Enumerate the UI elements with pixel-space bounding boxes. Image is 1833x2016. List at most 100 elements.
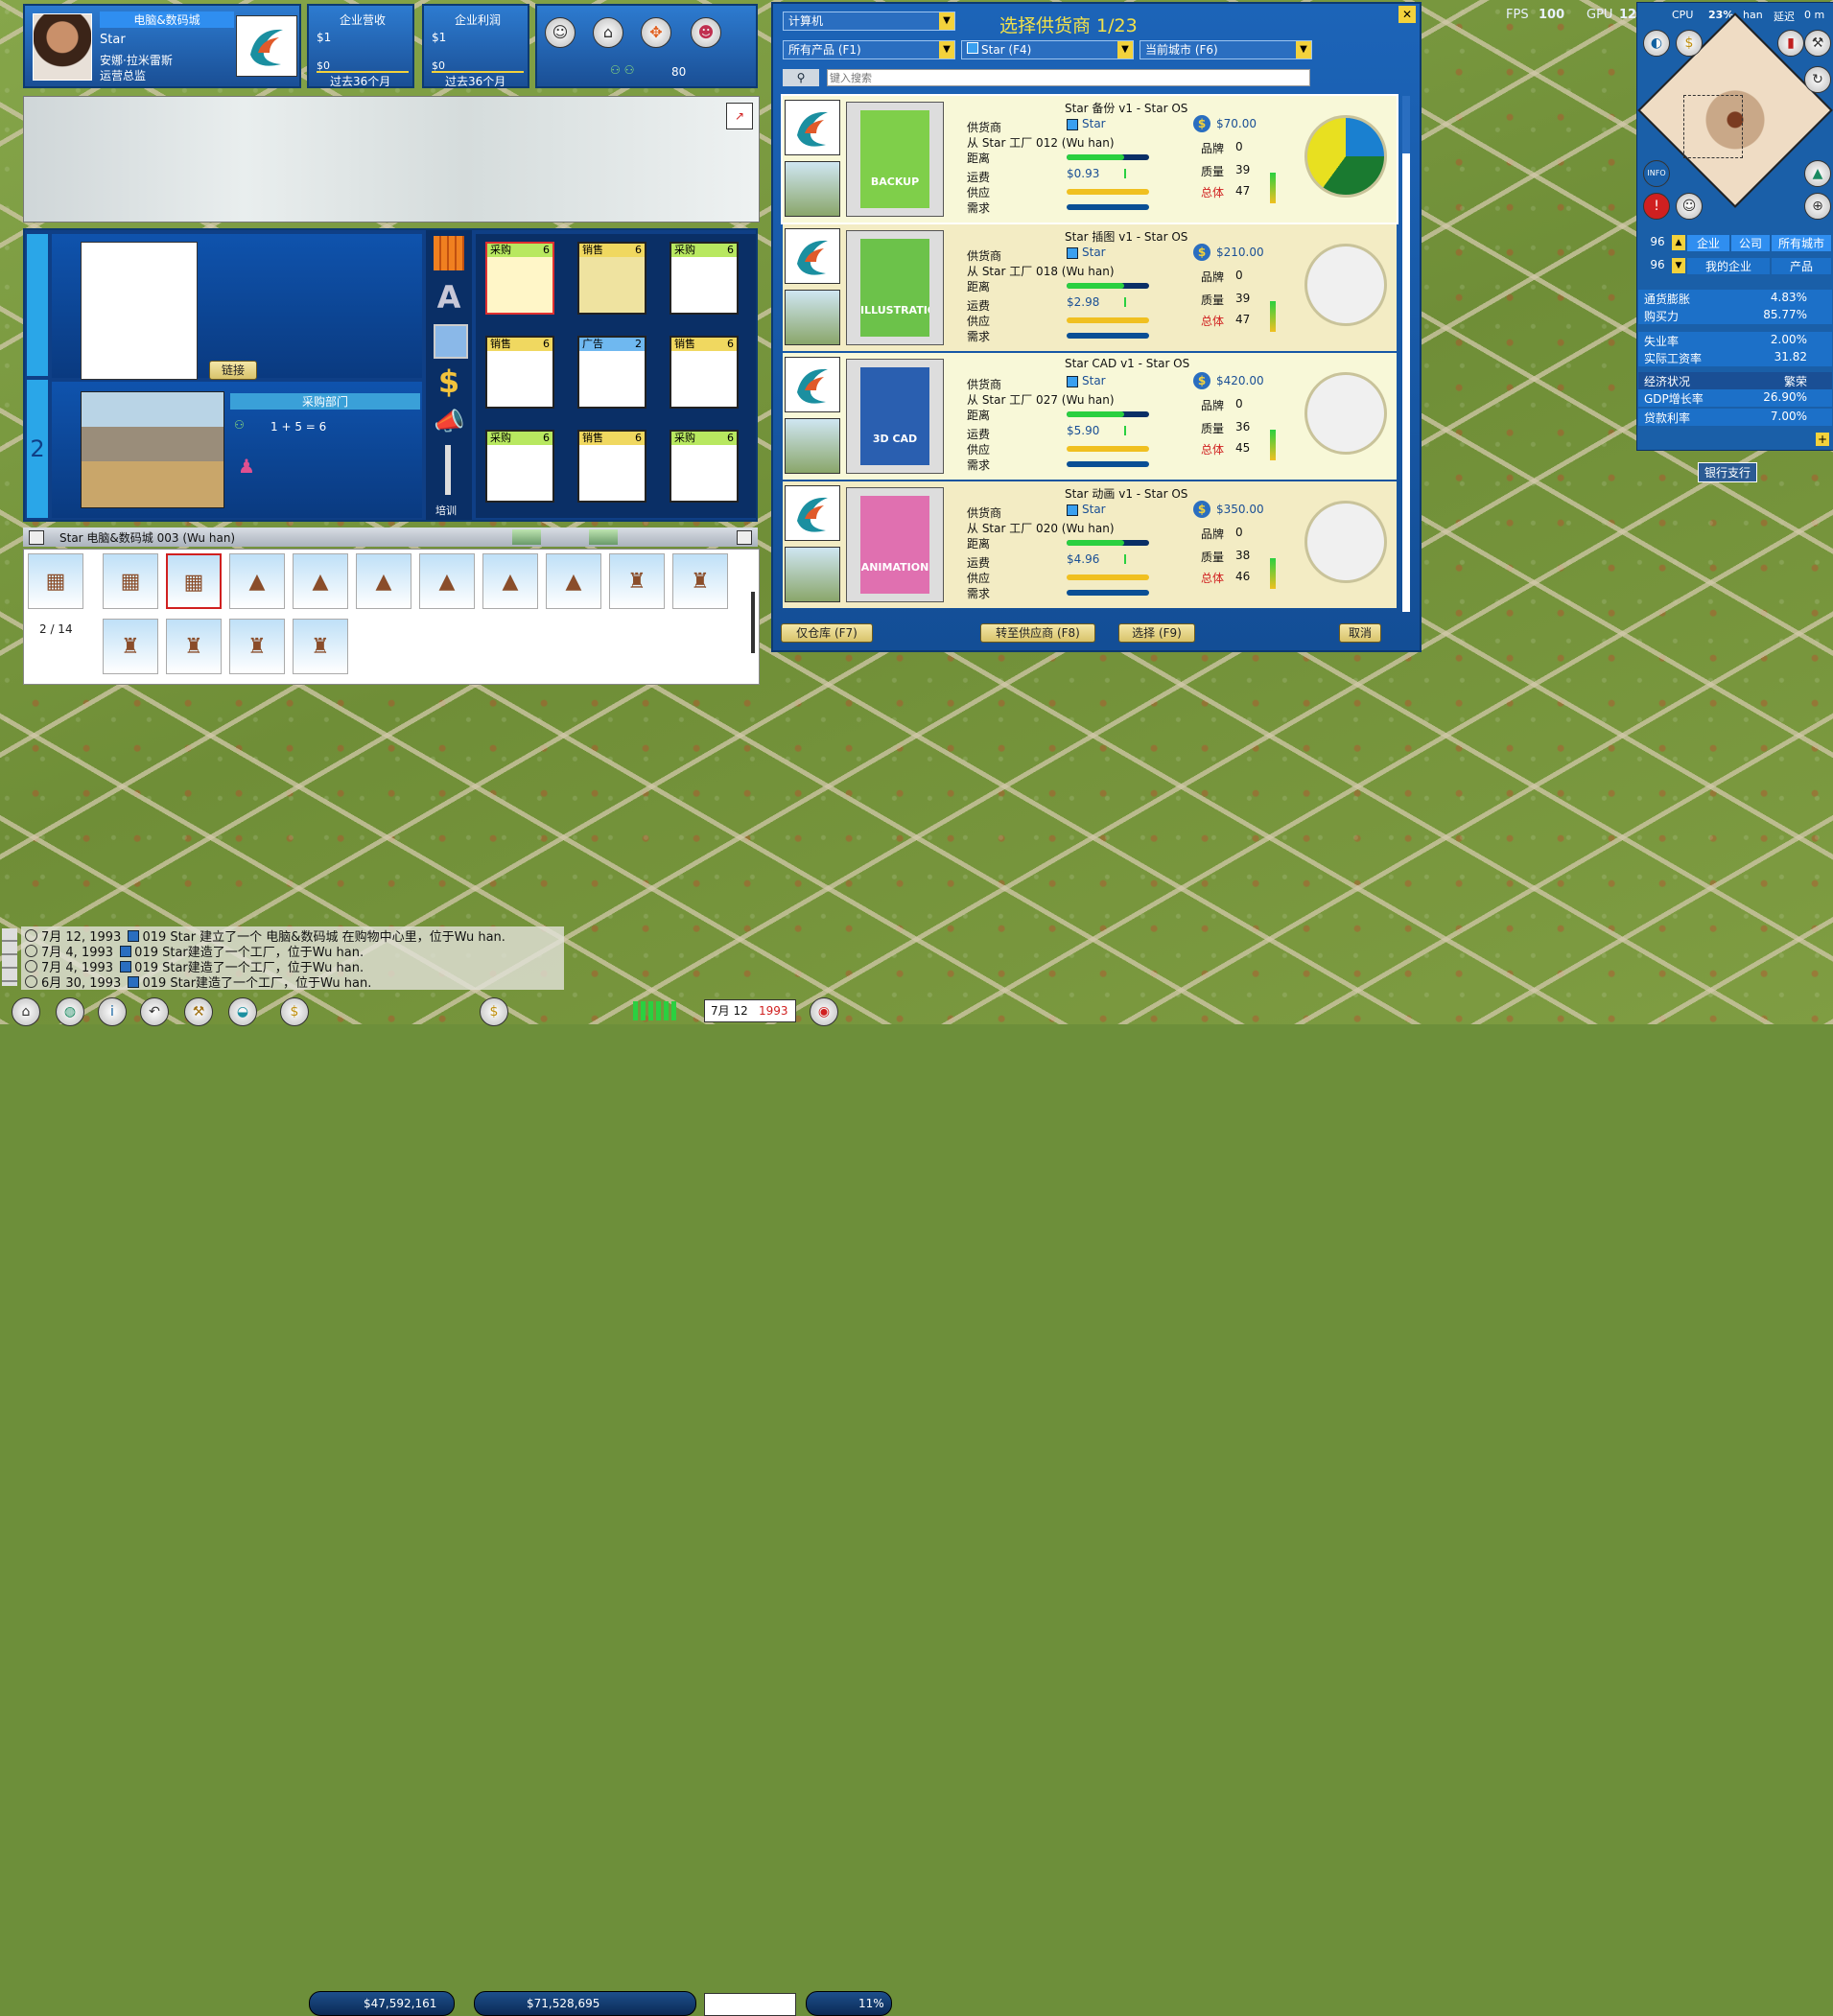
building-option-tile[interactable]: ♜ — [672, 553, 728, 609]
net-worth-icon[interactable]: $ — [480, 997, 508, 1026]
tab-all-cities[interactable]: 所有城市 — [1772, 235, 1831, 251]
news-side-icons[interactable] — [2, 928, 17, 986]
economy-row[interactable]: 实际工资率 31.82 — [1638, 349, 1832, 366]
current-building-tile[interactable]: ▦ — [28, 553, 83, 609]
supplier-logo-icon[interactable] — [785, 228, 840, 284]
map-tool-icon[interactable]: ⚒ — [1804, 30, 1831, 57]
footer-cube-icon-2[interactable] — [589, 529, 618, 545]
supplier-row[interactable]: ANIMATION Star 动画 v1 - Star OS 供货商 Star 从 St… — [783, 481, 1397, 608]
map-info-icon[interactable]: INFO — [1643, 160, 1670, 187]
economy-row[interactable]: 贷款利率 7.00% — [1638, 409, 1832, 426]
dept-slot-2[interactable]: 采购部门 ⚇ 1 + 5 = 6 ♟ — [52, 382, 422, 518]
map-zoom-icon[interactable]: ⊕ — [1804, 193, 1831, 220]
empty-slot-preview[interactable] — [81, 242, 198, 380]
company-logo-icon[interactable] — [236, 15, 297, 77]
building-option-tile[interactable]: ▲ — [419, 553, 475, 609]
map-cone-icon[interactable]: ▲ — [1804, 160, 1831, 187]
map-rotate-icon[interactable]: ↻ — [1804, 66, 1831, 93]
close-icon[interactable]: ✕ — [1398, 6, 1416, 23]
economy-row[interactable]: GDP增长率 26.90% — [1638, 389, 1832, 407]
building-option-tile[interactable]: ▦ — [166, 553, 222, 609]
economy-row[interactable]: 购买力 85.77% — [1638, 307, 1832, 324]
economy-row[interactable]: 经济状况 繁荣 — [1638, 372, 1832, 389]
factory-thumbnail[interactable] — [785, 161, 840, 217]
building-option-tile[interactable]: ♜ — [166, 619, 222, 674]
building-option-tile[interactable]: ♜ — [103, 619, 158, 674]
city-view-icon[interactable]: ⌂ — [12, 997, 40, 1026]
books-icon[interactable] — [434, 236, 464, 270]
building-option-tile[interactable]: ▲ — [293, 553, 348, 609]
building-option-tile[interactable]: ♜ — [229, 619, 285, 674]
unit-tile[interactable]: 6 销售 — [670, 336, 739, 409]
news-item[interactable]: 7月 4, 1993 019 Star建造了一个工厂，位于Wu han. — [25, 957, 364, 975]
warehouse-only-button[interactable]: 仅仓库 (F7) — [781, 623, 873, 643]
map-people-icon[interactable]: ☺ — [1676, 193, 1703, 220]
goto-supplier-button[interactable]: 转至供应商 (F8) — [980, 623, 1095, 643]
factory-thumbnail[interactable] — [785, 290, 840, 345]
list-scrollbar[interactable] — [1402, 96, 1410, 612]
dept-slot-2-tab[interactable]: 2 — [27, 380, 48, 518]
revenue-panel[interactable]: 企业营收 $1 $0 过去36个月 — [307, 4, 414, 88]
tab-company[interactable]: 公司 — [1731, 235, 1770, 251]
unit-tile[interactable]: 6 采购 — [485, 242, 554, 315]
news-item[interactable]: 7月 12, 1993 019 Star 建立了一个 电脑&数码城 在购物中心里… — [25, 926, 505, 945]
counter-b-down[interactable]: ▼ — [1672, 258, 1685, 273]
undo-icon[interactable]: ↶ — [140, 997, 169, 1026]
manager-portrait[interactable] — [33, 13, 92, 81]
unit-tile[interactable]: 6 采购 — [485, 430, 554, 503]
letter-a-icon[interactable]: A — [434, 280, 464, 315]
training-slider[interactable] — [445, 445, 451, 495]
link-button[interactable]: 链接 — [209, 361, 257, 380]
building-option-tile[interactable]: ▲ — [546, 553, 601, 609]
dept-slot-1-tab[interactable] — [27, 234, 48, 376]
speed-icon[interactable]: ◉ — [810, 997, 838, 1026]
monitor-icon[interactable] — [434, 324, 468, 359]
unit-tile[interactable]: 6 销售 — [485, 336, 554, 409]
map-dollar-icon[interactable]: $ — [1676, 30, 1703, 57]
supplier-row[interactable]: 3D CAD Star CAD v1 - Star OS 供货商 Star 从 Star… — [783, 353, 1397, 480]
info-icon[interactable]: i — [98, 997, 127, 1026]
footer-doc-icon[interactable] — [29, 530, 44, 545]
tab-enterprise[interactable]: 企业 — [1687, 235, 1729, 251]
building-lock-icon[interactable]: ⌂ — [593, 17, 623, 48]
building-option-tile[interactable]: ♜ — [609, 553, 665, 609]
category-dropdown[interactable]: 计算机 ▼ — [783, 12, 955, 31]
build-icon[interactable]: ⚒ — [184, 997, 213, 1026]
news-item[interactable]: 6月 30, 1993 019 Star建造了一个工厂，位于Wu han. — [25, 973, 371, 991]
product-filter-dropdown[interactable]: 所有产品 (F1) ▼ — [783, 40, 955, 59]
factory-thumbnail[interactable] — [785, 547, 840, 602]
unit-tile[interactable]: 6 销售 — [577, 430, 646, 503]
map-bank-branch-label[interactable]: 银行支行 — [1698, 462, 1758, 482]
profit-panel[interactable]: 企业利润 $1 $0 过去36个月 — [422, 4, 529, 88]
market-share-pie[interactable] — [1304, 244, 1387, 326]
history-chart-strip[interactable]: ↗ — [23, 96, 760, 223]
map-nav-icon[interactable]: ◐ — [1643, 30, 1670, 57]
market-share-pie[interactable] — [1304, 115, 1387, 198]
company-filter-dropdown[interactable]: Star (F4) ▼ — [961, 40, 1134, 59]
supplier-row[interactable]: ILLUSTRATION Star 插图 v1 - Star OS 供货商 Star 从… — [783, 224, 1397, 351]
net-worth-display[interactable]: $71,528,695 — [474, 1991, 696, 2016]
market-share-pie[interactable] — [1304, 501, 1387, 583]
move-arrows-icon[interactable]: ✥ — [641, 17, 671, 48]
building-option-tile[interactable]: ▲ — [229, 553, 285, 609]
palette-scrollbar[interactable] — [751, 592, 755, 653]
map-chart-icon[interactable]: ▮ — [1777, 30, 1804, 57]
economy-row[interactable]: 失业率 2.00% — [1638, 332, 1832, 349]
cash-icon[interactable]: $ — [280, 997, 309, 1026]
list-scroll-thumb[interactable] — [1402, 96, 1410, 153]
cancel-button[interactable]: 取消 — [1339, 623, 1381, 643]
unit-tile[interactable]: 6 销售 — [577, 242, 646, 315]
globe-icon[interactable]: ◍ — [56, 997, 84, 1026]
footer-expand-icon[interactable] — [737, 530, 752, 545]
city-filter-dropdown[interactable]: 当前城市 (F6) ▼ — [1140, 40, 1312, 59]
economy-row[interactable]: 通货膨胀 4.83% — [1638, 290, 1832, 307]
dollar-icon[interactable]: $ — [434, 364, 464, 399]
select-button[interactable]: 选择 (F9) — [1118, 623, 1195, 643]
building-option-tile[interactable]: ▲ — [482, 553, 538, 609]
dept-slot-1[interactable]: 链接 — [52, 234, 422, 380]
unit-tile[interactable]: 6 采购 — [670, 242, 739, 315]
supplier-logo-icon[interactable] — [785, 485, 840, 541]
factory-thumbnail[interactable] — [785, 418, 840, 474]
supplier-row[interactable]: BACKUP Star 备份 v1 - Star OS 供货商 Star 从 Star … — [781, 94, 1398, 224]
economy-expand-icon[interactable]: + — [1816, 433, 1829, 446]
